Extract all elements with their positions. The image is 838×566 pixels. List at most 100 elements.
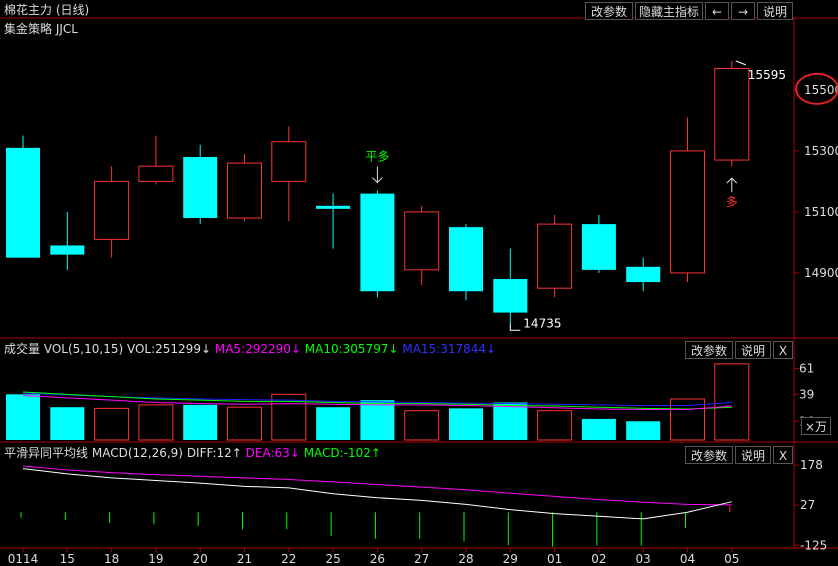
volume-bar-down [6, 394, 40, 440]
date-tick-label: 27 [414, 552, 429, 566]
volume-bar-down [50, 407, 85, 440]
date-tick-label: 03 [636, 552, 651, 566]
signal-arrow-up [726, 177, 738, 193]
macd-tick-label: 178 [800, 458, 823, 472]
macd-layer [20, 465, 732, 547]
candle-up [670, 150, 705, 274]
low-price-label: 14735 [523, 316, 561, 330]
macd-dea-line [22, 465, 732, 506]
volume-edit-params-button[interactable]: 改参数 [685, 341, 733, 359]
date-tick-label: 04 [680, 552, 695, 566]
candles-layer: 平多多 15595 14735 [6, 60, 786, 331]
volume-bar-down [183, 404, 218, 440]
help-button[interactable]: 说明 [757, 2, 793, 20]
date-tick-label: 21 [237, 552, 252, 566]
chart-title: 棉花主力 (日线) [4, 3, 90, 17]
candle-down [183, 156, 218, 219]
volume-tick-label: 39 [799, 387, 814, 401]
volume-close-icon[interactable]: X [773, 341, 793, 359]
date-tick-label: 15 [60, 552, 75, 566]
high-leader-line [735, 60, 746, 66]
candle-down [493, 279, 528, 313]
volume-bar-up [537, 410, 573, 441]
price-tick-label: 14900 [804, 266, 838, 280]
candle-up [138, 165, 174, 182]
date-tick-label: 01 [547, 552, 562, 566]
date-tick-label: 18 [104, 552, 119, 566]
arrow-left-icon[interactable]: ← [705, 2, 729, 20]
date-tick-label: 29 [503, 552, 518, 566]
volume-tick-label: 61 [799, 362, 814, 376]
low-leader-line [509, 323, 521, 331]
candle-down [316, 205, 351, 209]
volume-bar-up [94, 407, 130, 441]
volume-help-button[interactable]: 说明 [735, 341, 771, 359]
candle-down [626, 266, 661, 283]
volume-bar-up [404, 410, 440, 441]
candle-up [714, 68, 750, 161]
tick-layer: 14900151001530015500163961-1252717801141… [8, 72, 838, 566]
date-tick-label: 19 [148, 552, 163, 566]
macd-diff: DIFF:12↑ [186, 446, 242, 460]
macd-value: MACD:-102↑ [303, 446, 381, 460]
volume-value: VOL:251299↓ [126, 342, 212, 356]
hide-main-indicator-button[interactable]: 隐藏主指标 [635, 2, 703, 20]
volume-name: 成交量 [4, 342, 41, 356]
macd-indicator-header: 平滑异同平均线 MACD(12,26,9) DIFF:12↑ DEA:63↓ M… [4, 445, 381, 461]
volume-unit-label: ×万 [801, 417, 831, 435]
edit-params-button[interactable]: 改参数 [585, 2, 633, 20]
date-tick-label: 0114 [8, 552, 39, 566]
volume-bar-up [227, 406, 262, 441]
date-tick-label: 26 [370, 552, 385, 566]
candle-up [537, 223, 573, 289]
macd-edit-params-button[interactable]: 改参数 [685, 446, 733, 464]
macd-tick-label: -125 [800, 538, 827, 552]
volume-bar-down [449, 408, 483, 440]
date-tick-label: 02 [591, 552, 606, 566]
high-price-label: 15595 [748, 68, 786, 82]
volume-indicator-header: 成交量 VOL(5,10,15) VOL:251299↓ MA5:292290↓… [4, 341, 496, 357]
macd-tick-label: 27 [800, 498, 815, 512]
volume-ma15: MA15:317844↓ [402, 342, 497, 356]
macd-params: MACD(12,26,9) [91, 446, 183, 460]
futures-chart: 平多多1559514735 14900151001530015500163961… [0, 17, 838, 566]
date-tick-label: 20 [193, 552, 208, 566]
macd-diff-line [22, 468, 732, 520]
candle-down [581, 224, 616, 270]
volume-ma5: MA5:292290↓ [214, 342, 301, 356]
arrow-right-icon[interactable]: → [731, 2, 755, 20]
candle-up [227, 162, 262, 219]
volume-bar-up [714, 363, 750, 441]
volume-bar-up [138, 404, 174, 441]
volume-layer [6, 363, 750, 441]
macd-name: 平滑异同平均线 [4, 446, 89, 460]
macd-dea: DEA:63↓ [245, 446, 300, 460]
date-tick-label: 28 [458, 552, 473, 566]
volume-ma10: MA10:305797↓ [304, 342, 399, 356]
candle-up [404, 211, 440, 271]
candle-down [6, 147, 40, 258]
candle-up [94, 180, 130, 240]
macd-close-icon[interactable]: X [773, 446, 793, 464]
strategy-name: 集金策略 JJCL [4, 22, 78, 36]
volume-bar-down [493, 402, 528, 440]
chart-frame [0, 17, 838, 549]
volume-bar-down [626, 421, 661, 440]
price-tick-label: 15500 [804, 83, 838, 97]
signal-arrow-down [372, 166, 383, 184]
volume-params: VOL(5,10,15) [43, 342, 124, 356]
candle-down [50, 245, 85, 255]
date-tick-label: 22 [281, 552, 296, 566]
date-tick-label: 05 [724, 552, 739, 566]
macd-help-button[interactable]: 说明 [735, 446, 771, 464]
volume-bar-down [360, 400, 395, 440]
price-tick-label: 15100 [804, 205, 838, 219]
volume-bar-down [316, 407, 351, 440]
signal-label: 平多 [365, 150, 389, 164]
candle-down [449, 227, 483, 292]
signal-label: 多 [726, 195, 738, 209]
candle-up [271, 141, 307, 182]
volume-bar-down [581, 418, 616, 440]
price-tick-label: 15300 [804, 144, 838, 158]
candle-down [360, 193, 395, 292]
